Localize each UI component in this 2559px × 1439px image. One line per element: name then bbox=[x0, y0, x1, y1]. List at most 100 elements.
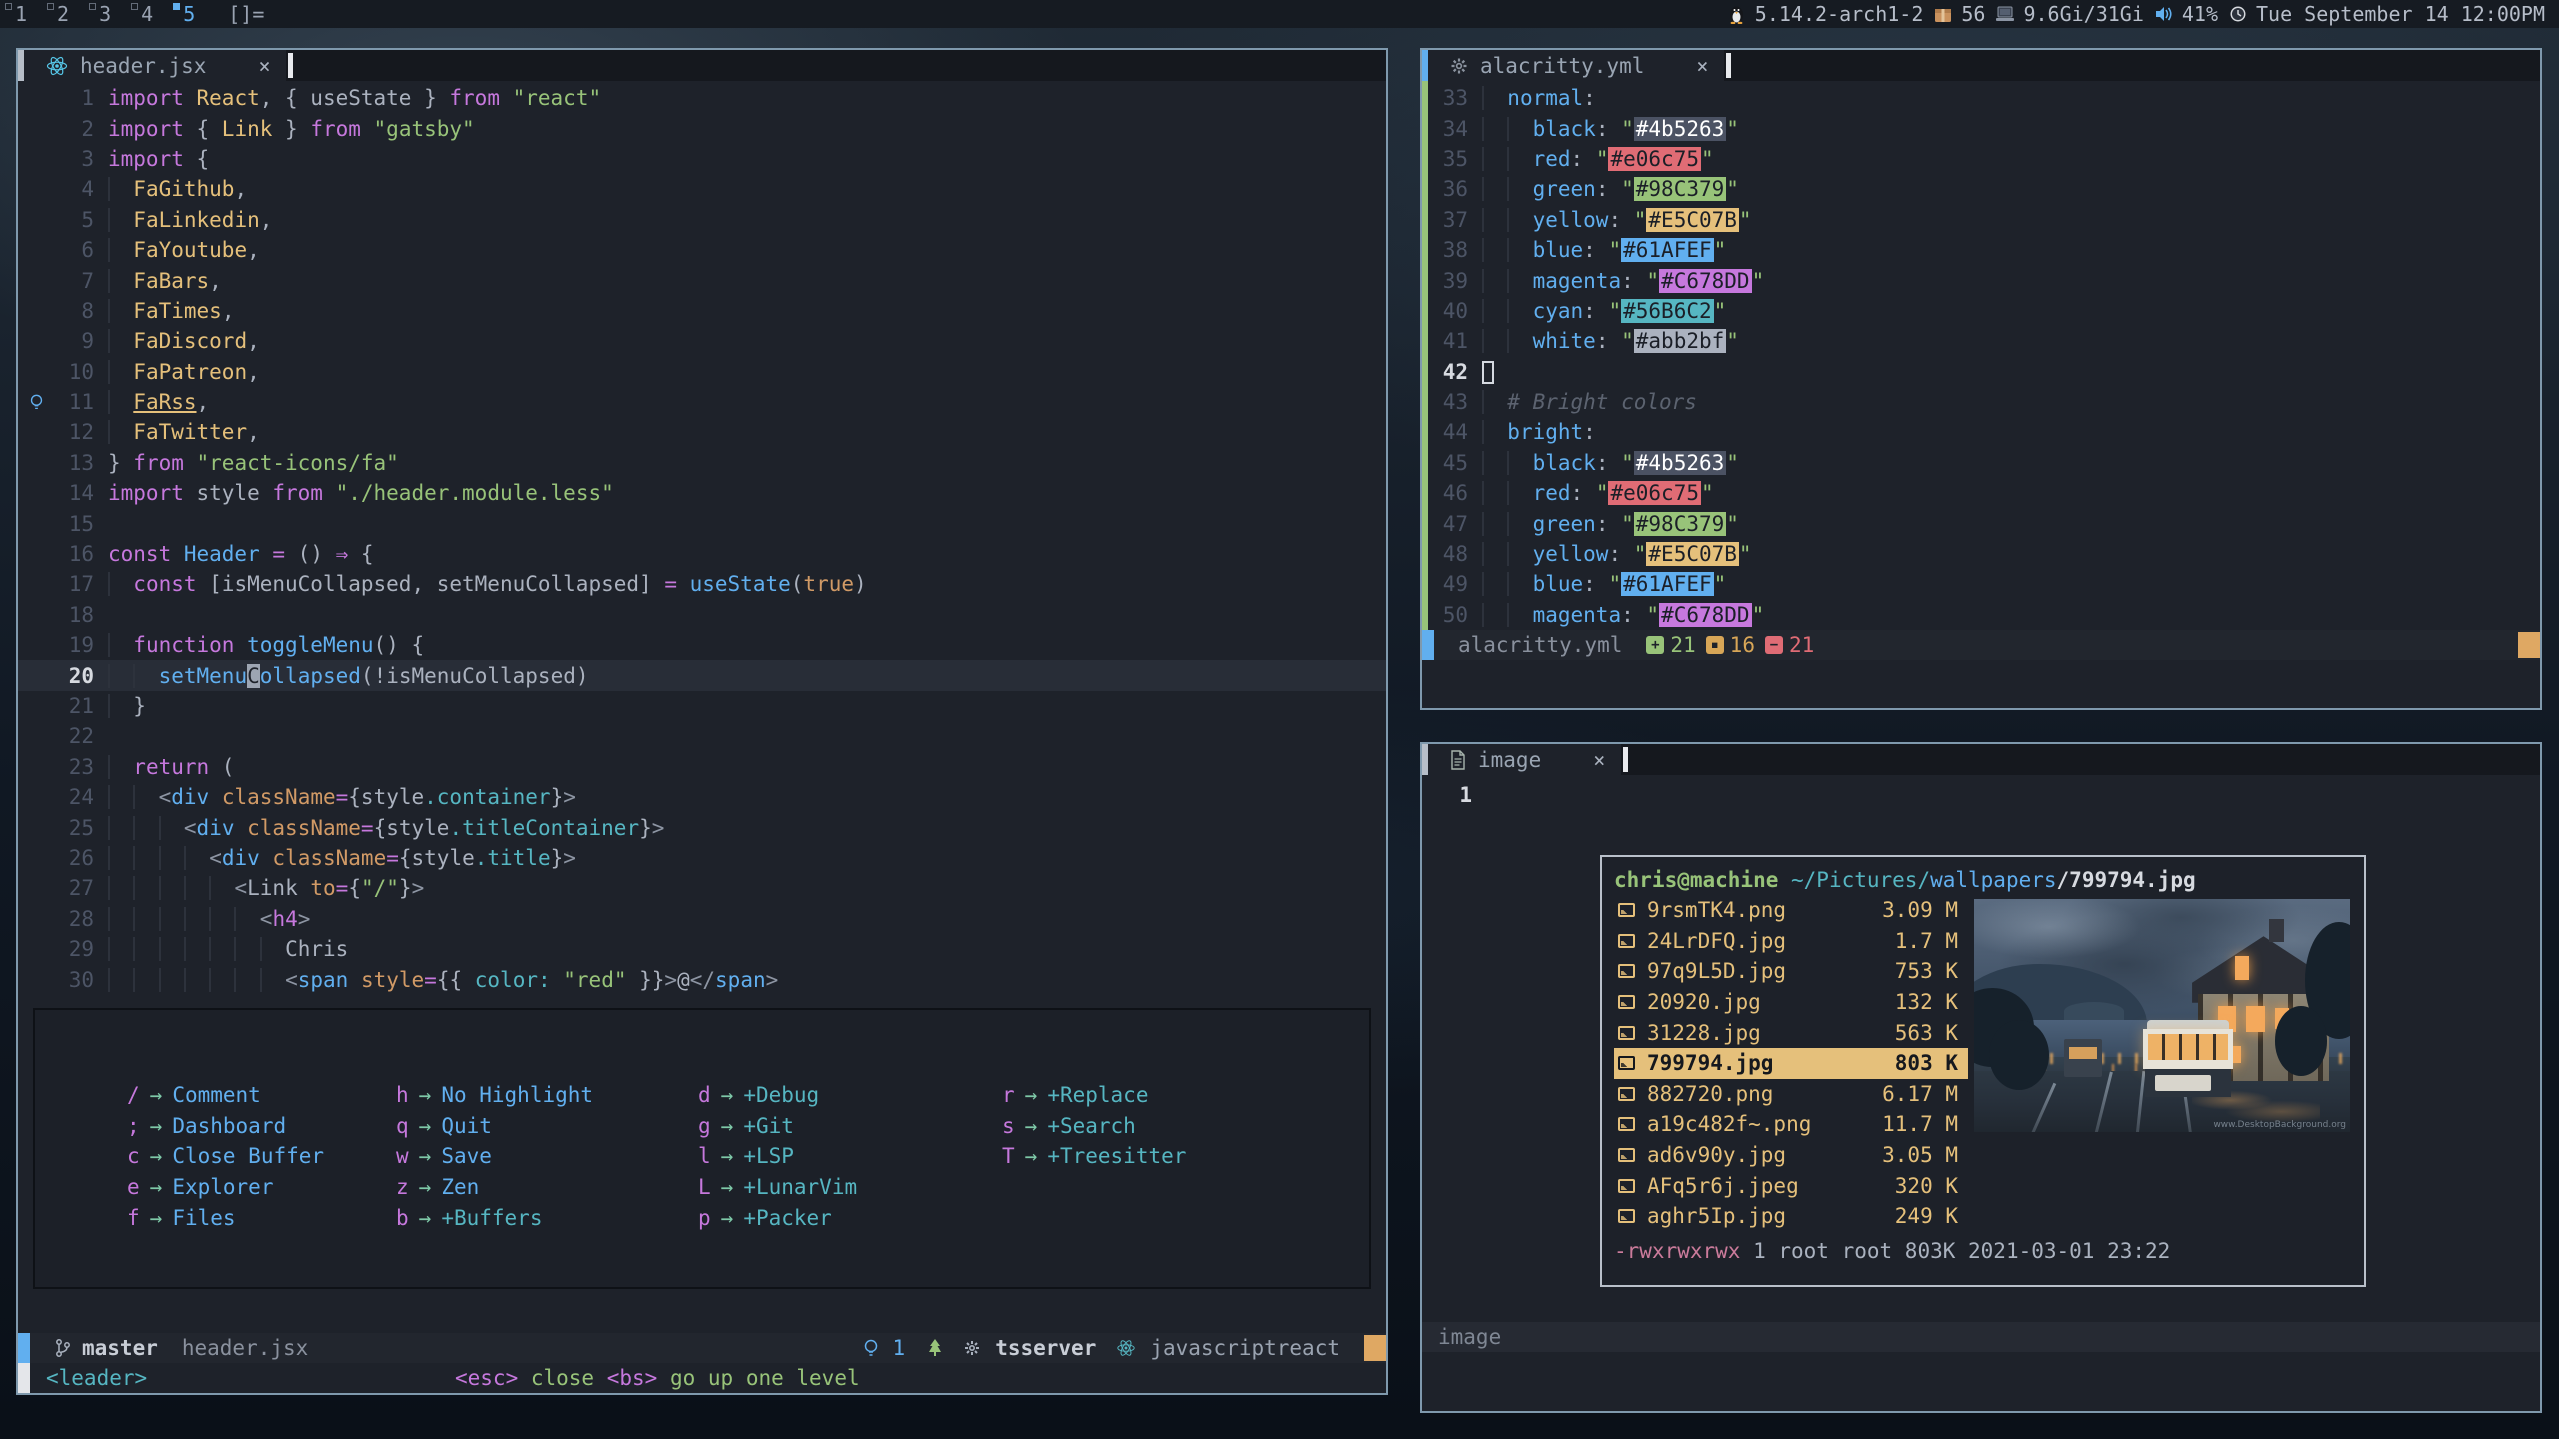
code-line[interactable]: 25 <div className={style.titleContainer}… bbox=[18, 812, 1386, 842]
file-row[interactable]: 9rsmTK4.png3.09 M bbox=[1614, 895, 1968, 926]
tab-title: alacritty.yml bbox=[1480, 54, 1644, 78]
whichkey-key: b bbox=[396, 1206, 409, 1230]
file-row[interactable]: 97q9L5D.jpg753 K bbox=[1614, 956, 1968, 987]
code-line[interactable]: 2import { Link } from "gatsby" bbox=[18, 113, 1386, 143]
code-line[interactable]: 29 Chris bbox=[18, 934, 1386, 964]
code-line[interactable]: 45 black: "#4b5263" bbox=[1428, 448, 2540, 478]
code-area-right-top[interactable]: 33 normal:34 black: "#4b5263"35 red: "#e… bbox=[1428, 83, 2540, 630]
code-area-left[interactable]: 1import React, { useState } from "react"… bbox=[18, 83, 1386, 995]
file-row[interactable]: 882720.png6.17 M bbox=[1614, 1079, 1968, 1110]
image-file-icon bbox=[1618, 1056, 1635, 1070]
code-line[interactable]: 10 FaPatreon, bbox=[18, 357, 1386, 387]
code-line[interactable]: 26 <div className={style.title}> bbox=[18, 843, 1386, 873]
code-line[interactable]: 40 cyan: "#56B6C2" bbox=[1428, 296, 2540, 326]
code-text: FaBars, bbox=[108, 269, 222, 293]
code-line[interactable]: 3import { bbox=[18, 144, 1386, 174]
git-branch-label[interactable]: master bbox=[82, 1336, 158, 1360]
code-line[interactable]: 13} from "react-icons/fa" bbox=[18, 448, 1386, 478]
line-number: 17 bbox=[54, 572, 108, 596]
code-line[interactable]: 1 bbox=[1422, 780, 1486, 810]
preview-island bbox=[2064, 1002, 2124, 1021]
line-number: 2 bbox=[54, 117, 108, 141]
code-line[interactable]: 23 return ( bbox=[18, 752, 1386, 782]
workspace-tag-2[interactable]: 2 bbox=[42, 0, 84, 28]
file-row[interactable]: ad6v90y.jpg3.05 M bbox=[1614, 1140, 1968, 1171]
code-line[interactable]: 47 green: "#98C379" bbox=[1428, 508, 2540, 538]
code-line[interactable]: 20 setMenuCollapsed(!isMenuCollapsed) bbox=[18, 660, 1386, 690]
file-row-selected[interactable]: 799794.jpg803 K bbox=[1614, 1048, 1968, 1079]
code-line[interactable]: 5 FaLinkedin, bbox=[18, 205, 1386, 235]
code-line[interactable]: 42 bbox=[1428, 357, 2540, 387]
whichkey-key: r bbox=[1002, 1083, 1015, 1107]
code-line[interactable]: 21 } bbox=[18, 691, 1386, 721]
code-line[interactable]: 37 yellow: "#E5C07B" bbox=[1428, 205, 2540, 235]
cmdline-left[interactable]: <leader> <esc> close <bs> go up one leve… bbox=[18, 1363, 1386, 1393]
code-line[interactable]: 30 <span style={{ color: "red" }}>@</spa… bbox=[18, 964, 1386, 994]
code-line[interactable]: 18 bbox=[18, 600, 1386, 630]
file-row[interactable]: AFq5r6j.jpeg320 K bbox=[1614, 1170, 1968, 1201]
code-line[interactable]: 12 FaTwitter, bbox=[18, 417, 1386, 447]
whichkey-hint: <esc> close <bs> go up one level bbox=[455, 1366, 860, 1390]
workspace-tag-1[interactable]: 1 bbox=[0, 0, 42, 28]
code-line[interactable]: 8 FaTimes, bbox=[18, 296, 1386, 326]
code-text: import React, { useState } from "react" bbox=[108, 86, 601, 110]
code-line[interactable]: 35 red: "#e06c75" bbox=[1428, 144, 2540, 174]
tab-alacritty-yml[interactable]: alacritty.yml × bbox=[1428, 50, 1724, 81]
arrow-right-icon: → bbox=[711, 1083, 744, 1107]
code-line[interactable]: 43 # Bright colors bbox=[1428, 387, 2540, 417]
layout-symbol[interactable]: []= bbox=[228, 2, 264, 26]
file-row[interactable]: 24LrDFQ.jpg1.7 M bbox=[1614, 926, 1968, 957]
file-row[interactable]: 31228.jpg563 K bbox=[1614, 1017, 1968, 1048]
code-line[interactable]: 15 bbox=[18, 508, 1386, 538]
code-line[interactable]: 48 yellow: "#E5C07B" bbox=[1428, 539, 2540, 569]
code-line[interactable]: 28 <h4> bbox=[18, 904, 1386, 934]
react-atom-icon bbox=[46, 55, 68, 77]
diagnostic-count: 1 bbox=[893, 1336, 906, 1360]
file-size: 320 K bbox=[1895, 1174, 1958, 1198]
code-line[interactable]: 24 <div className={style.container}> bbox=[18, 782, 1386, 812]
code-line[interactable]: 27 <Link to={"/"}> bbox=[18, 873, 1386, 903]
code-line[interactable]: 1import React, { useState } from "react" bbox=[18, 83, 1386, 113]
close-icon[interactable]: × bbox=[258, 54, 270, 78]
code-text: FaPatreon, bbox=[108, 360, 260, 384]
code-line[interactable]: 36 green: "#98C379" bbox=[1428, 174, 2540, 204]
tab-header-jsx[interactable]: header.jsx × bbox=[24, 50, 286, 81]
code-line[interactable]: 19 function toggleMenu() { bbox=[18, 630, 1386, 660]
code-line[interactable]: 44 bright: bbox=[1428, 417, 2540, 447]
code-line[interactable]: 14import style from "./header.module.les… bbox=[18, 478, 1386, 508]
editor-window-right-bottom: image × 1 chris@machine ~/Pictures/wallp… bbox=[1420, 742, 2542, 1413]
line-number: 1 bbox=[1422, 783, 1486, 807]
code-line[interactable]: 17 const [isMenuCollapsed, setMenuCollap… bbox=[18, 569, 1386, 599]
user-host: chris@machine bbox=[1614, 868, 1778, 892]
whichkey-binding: b→+Buffers bbox=[396, 1202, 698, 1233]
line-number: 25 bbox=[54, 816, 108, 840]
code-line[interactable]: 7 FaBars, bbox=[18, 265, 1386, 295]
workspace-tag-4[interactable]: 4 bbox=[126, 0, 168, 28]
file-row[interactable]: aghr5Ip.jpg249 K bbox=[1614, 1201, 1968, 1232]
code-line[interactable]: 41 white: "#abb2bf" bbox=[1428, 326, 2540, 356]
whichkey-key: h bbox=[396, 1083, 409, 1107]
code-line[interactable]: 4 FaGithub, bbox=[18, 174, 1386, 204]
file-row[interactable]: 20920.jpg132 K bbox=[1614, 987, 1968, 1018]
code-text: const Header = () ⇒ { bbox=[108, 542, 374, 566]
code-line[interactable]: 38 blue: "#61AFEF" bbox=[1428, 235, 2540, 265]
code-line[interactable]: 33 normal: bbox=[1428, 83, 2540, 113]
code-line[interactable]: 22 bbox=[18, 721, 1386, 751]
whichkey-binding: T→+Treesitter bbox=[1002, 1141, 1349, 1172]
code-line[interactable]: 49 blue: "#61AFEF" bbox=[1428, 569, 2540, 599]
code-line[interactable]: 39 magenta: "#C678DD" bbox=[1428, 265, 2540, 295]
code-line[interactable]: 46 red: "#e06c75" bbox=[1428, 478, 2540, 508]
file-row[interactable]: a19c482f~.png11.7 M bbox=[1614, 1109, 1968, 1140]
code-line[interactable]: 50 magenta: "#C678DD" bbox=[1428, 600, 2540, 630]
workspace-tag-3[interactable]: 3 bbox=[84, 0, 126, 28]
code-line[interactable]: 6 FaYoutube, bbox=[18, 235, 1386, 265]
code-line[interactable]: 16const Header = () ⇒ { bbox=[18, 539, 1386, 569]
code-line[interactable]: 9 FaDiscord, bbox=[18, 326, 1386, 356]
workspace-tag-5[interactable]: 5 bbox=[168, 0, 210, 28]
whichkey-label: +Buffers bbox=[441, 1206, 542, 1230]
code-line[interactable]: 11 FaRss, bbox=[18, 387, 1386, 417]
close-icon[interactable]: × bbox=[1593, 748, 1605, 772]
tab-image[interactable]: image × bbox=[1428, 744, 1621, 775]
close-icon[interactable]: × bbox=[1696, 54, 1708, 78]
code-line[interactable]: 34 black: "#4b5263" bbox=[1428, 113, 2540, 143]
